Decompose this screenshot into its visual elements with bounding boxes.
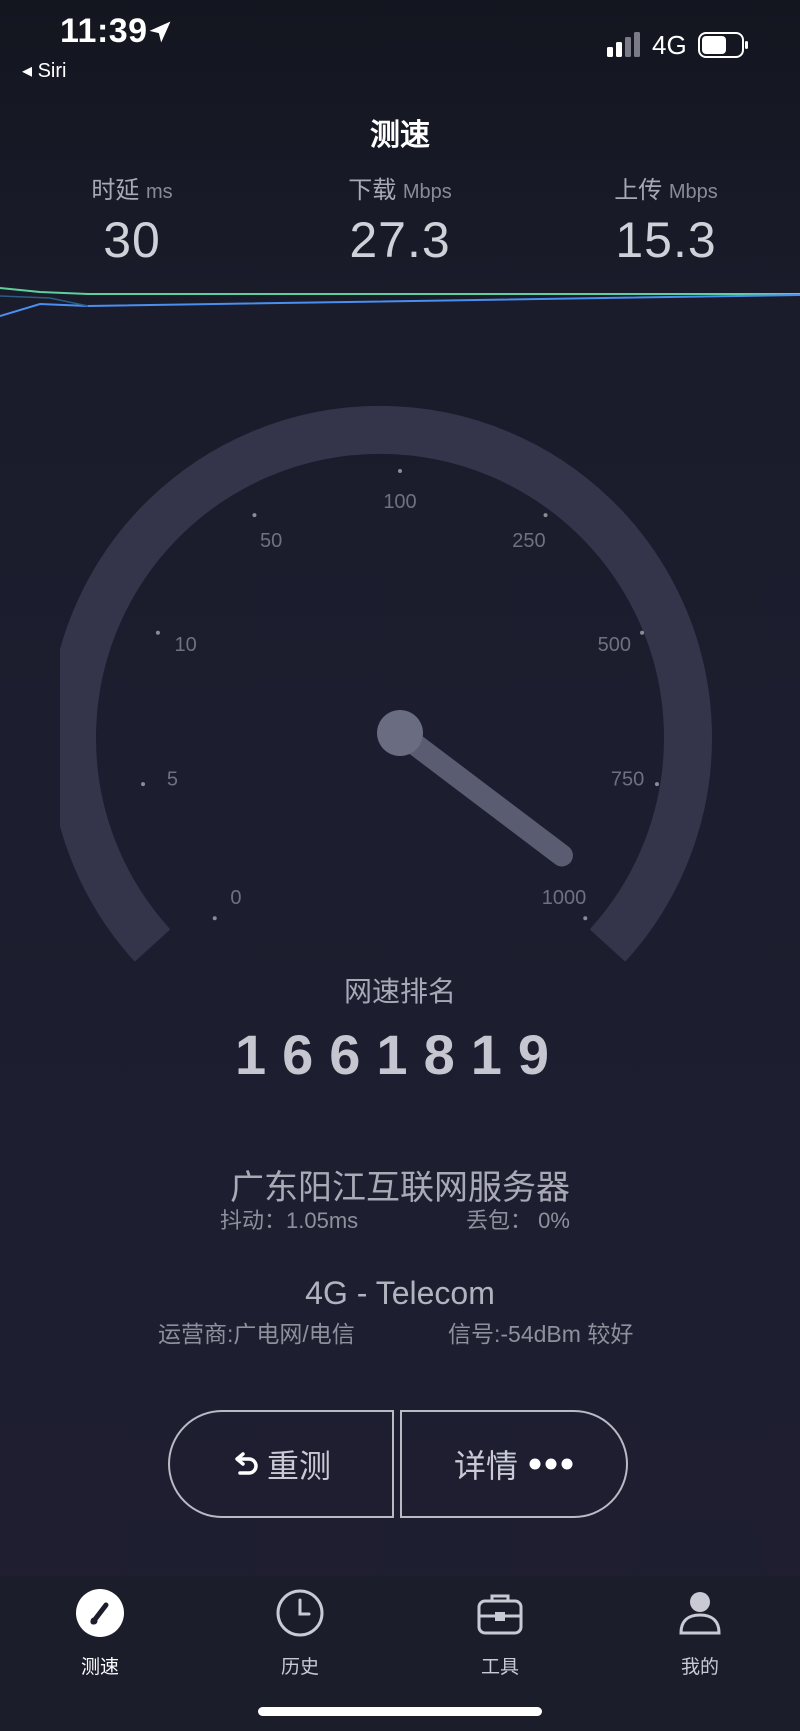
page-title: 测速 bbox=[370, 119, 430, 152]
gauge-needle bbox=[377, 710, 573, 867]
gauge-tick-dot bbox=[212, 916, 217, 921]
tab-label: 工具 bbox=[480, 1657, 519, 1678]
latency-unit: ms bbox=[146, 181, 173, 203]
gauge-tick-label: 250 bbox=[512, 530, 545, 552]
tab-profile[interactable]: 我的 bbox=[640, 1588, 760, 1679]
download-trace-line bbox=[0, 287, 800, 295]
status-time: 11:39 bbox=[60, 12, 148, 50]
server-name: 广东阳江互联网服务器 bbox=[230, 1169, 570, 1207]
gauge-tick-dot bbox=[252, 513, 257, 518]
gauge-tick-label: 1000 bbox=[542, 887, 587, 909]
latency-metric: 时延 ms 30 bbox=[22, 170, 242, 269]
user-icon bbox=[679, 1592, 721, 1635]
tab-history[interactable]: 历史 bbox=[240, 1588, 360, 1679]
upload-unit: Mbps bbox=[668, 181, 718, 203]
download-value: 27.3 bbox=[349, 212, 451, 268]
network-name: 4G - Telecom bbox=[305, 1275, 495, 1311]
gauge-tick-label: 5 bbox=[167, 768, 178, 790]
gauge-tick-label: 10 bbox=[175, 634, 197, 656]
location-arrow-icon bbox=[149, 21, 171, 43]
gauge-tick-dot bbox=[654, 782, 659, 787]
carrier-text: 运营商:广电网/电信 bbox=[158, 1321, 355, 1347]
gauge-tick-dot bbox=[155, 630, 160, 635]
rank-label: 网速排名 bbox=[343, 976, 456, 1007]
back-to-siri-link[interactable]: ◂ Siri bbox=[22, 58, 66, 83]
gauge-tick-label: 750 bbox=[611, 768, 644, 790]
gauge-tick-label: 50 bbox=[260, 530, 282, 552]
speed-trace-lines bbox=[0, 287, 800, 317]
tab-tools[interactable]: 工具 bbox=[440, 1588, 560, 1679]
more-dots-icon bbox=[528, 1457, 574, 1471]
tab-label: 测速 bbox=[80, 1657, 119, 1678]
speedometer-icon bbox=[76, 1589, 124, 1637]
download-label: 下载 bbox=[348, 177, 397, 204]
jitter-text: 抖动：1.05ms bbox=[220, 1208, 359, 1233]
retest-label: 重测 bbox=[266, 1448, 331, 1484]
gauge-tick-dot bbox=[583, 916, 588, 921]
upload-metric: 上传 Mbps 15.3 bbox=[556, 170, 776, 269]
toolbox-icon bbox=[477, 1594, 523, 1635]
latency-value: 30 bbox=[103, 212, 161, 268]
network-type: 4G bbox=[652, 30, 687, 60]
rank-value: 1661819 bbox=[234, 1023, 565, 1086]
tab-speedtest[interactable]: 测速 bbox=[40, 1588, 160, 1679]
upload-value: 15.3 bbox=[615, 212, 717, 268]
gauge-tick-dot bbox=[543, 513, 548, 518]
details-button[interactable]: 详情 bbox=[400, 1410, 628, 1518]
download-unit: Mbps bbox=[402, 181, 452, 203]
undo-icon bbox=[231, 1449, 261, 1479]
upload-trace-line bbox=[0, 294, 800, 317]
clock-icon bbox=[276, 1589, 324, 1637]
speed-gauge: 0 5 10 50 100 250 500 750 1000 bbox=[60, 405, 712, 962]
packet-loss-text: 丢包： 0% bbox=[466, 1208, 570, 1233]
gauge-tick-label: 500 bbox=[598, 634, 631, 656]
gauge-track bbox=[60, 405, 712, 962]
upload-label: 上传 bbox=[614, 177, 663, 204]
signal-strength-text: 信号:-54dBm 较好 bbox=[448, 1321, 634, 1347]
retest-button[interactable]: 重测 bbox=[168, 1410, 394, 1518]
gauge-tick-dot bbox=[640, 630, 645, 635]
home-indicator[interactable] bbox=[258, 1707, 542, 1716]
download-metric: 下载 Mbps 27.3 bbox=[290, 170, 510, 269]
details-label: 详情 bbox=[453, 1448, 518, 1484]
tab-label: 历史 bbox=[280, 1657, 319, 1678]
gauge-tick-label: 0 bbox=[230, 887, 241, 909]
tab-label: 我的 bbox=[680, 1657, 719, 1678]
gauge-tick-label: 100 bbox=[383, 491, 416, 513]
gauge-tick-dot bbox=[141, 782, 146, 787]
gauge-tick-dot bbox=[398, 469, 402, 473]
battery-icon bbox=[698, 32, 748, 58]
latency-label: 时延 bbox=[91, 177, 140, 204]
cellular-signal-icon bbox=[607, 32, 640, 57]
